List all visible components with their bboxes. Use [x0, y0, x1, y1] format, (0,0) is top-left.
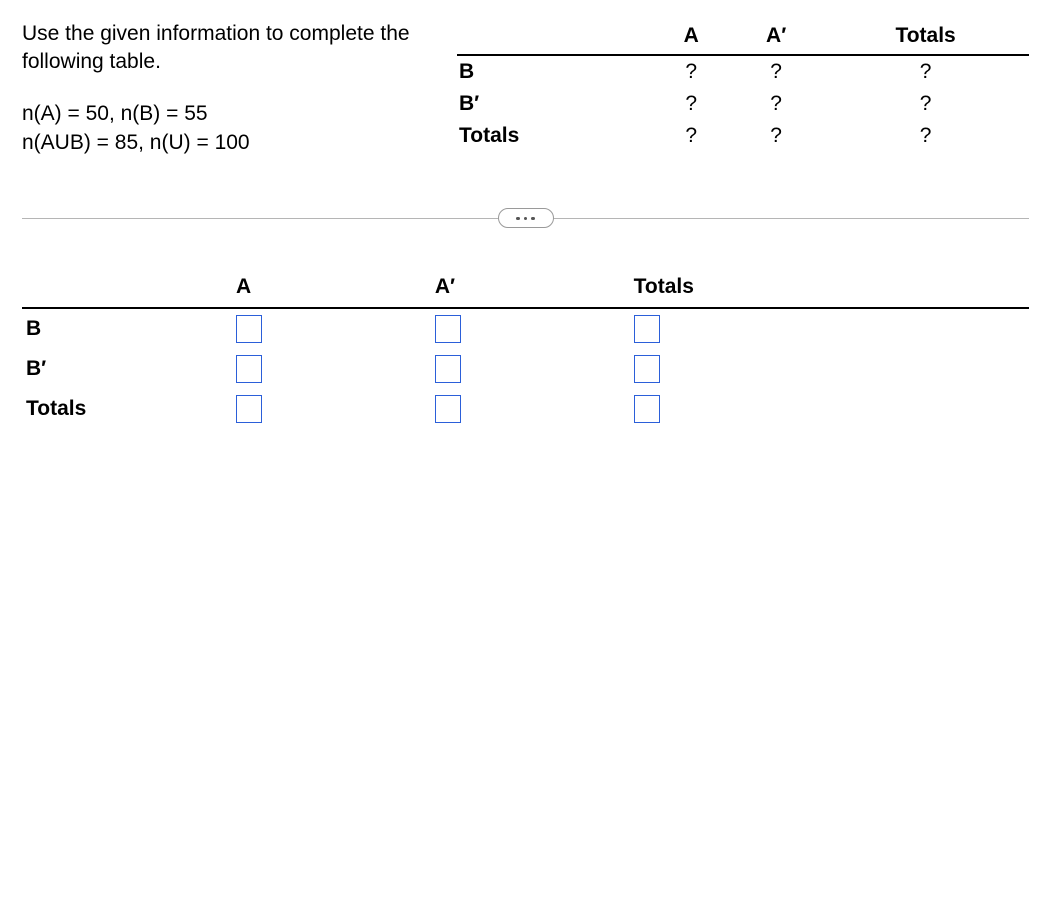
reference-table: A A′ Totals B ? ? ? B′ ? ? ? [457, 20, 1029, 152]
reference-row-label: B [457, 55, 652, 88]
reference-cell: ? [730, 55, 822, 88]
answer-input-bprime-totals[interactable] [634, 355, 660, 383]
answer-input-b-totals[interactable] [634, 315, 660, 343]
answer-table: A A′ Totals B B′ Totals [22, 269, 1029, 429]
reference-table-row-bprime: B′ ? ? ? [457, 88, 1029, 120]
prompt-column: Use the given information to complete th… [22, 20, 417, 157]
reference-cell: ? [652, 55, 730, 88]
given-line-2: n(AUB) = 85, n(U) = 100 [22, 128, 417, 157]
reference-table-row-b: B ? ? ? [457, 55, 1029, 88]
answer-table-row-b: B [22, 308, 1029, 349]
expand-toggle-button[interactable] [498, 208, 554, 228]
given-line-1: n(A) = 50, n(B) = 55 [22, 99, 417, 128]
prompt-instruction: Use the given information to complete th… [22, 20, 417, 77]
reference-cell: ? [652, 88, 730, 120]
reference-cell: ? [730, 88, 822, 120]
reference-table-header-aprime: A′ [730, 20, 822, 55]
ellipsis-icon [524, 217, 528, 221]
answer-table-header-a: A [232, 269, 431, 308]
answer-row-label: Totals [22, 389, 232, 429]
question-top-region: Use the given information to complete th… [22, 20, 1029, 157]
answer-table-header-row: A A′ Totals [22, 269, 1029, 308]
answer-input-b-a[interactable] [236, 315, 262, 343]
reference-table-header-row: A A′ Totals [457, 20, 1029, 55]
answer-input-totals-a[interactable] [236, 395, 262, 423]
answer-row-label: B′ [22, 349, 232, 389]
answer-input-bprime-aprime[interactable] [435, 355, 461, 383]
reference-cell: ? [822, 55, 1029, 88]
answer-table-header-totals: Totals [630, 269, 1029, 308]
answer-input-totals-aprime[interactable] [435, 395, 461, 423]
reference-cell: ? [822, 120, 1029, 152]
answer-input-b-aprime[interactable] [435, 315, 461, 343]
reference-row-label: B′ [457, 88, 652, 120]
answer-table-row-totals: Totals [22, 389, 1029, 429]
reference-table-header-a: A [652, 20, 730, 55]
section-divider [22, 207, 1029, 229]
reference-table-header-blank [457, 20, 652, 55]
reference-cell: ? [730, 120, 822, 152]
reference-table-header-totals: Totals [822, 20, 1029, 55]
ellipsis-icon [531, 217, 535, 221]
answer-table-row-bprime: B′ [22, 349, 1029, 389]
answer-table-header-blank [22, 269, 232, 308]
answer-input-totals-totals[interactable] [634, 395, 660, 423]
reference-cell: ? [652, 120, 730, 152]
reference-cell: ? [822, 88, 1029, 120]
answer-table-header-aprime: A′ [431, 269, 630, 308]
answer-input-bprime-a[interactable] [236, 355, 262, 383]
ellipsis-icon [516, 217, 520, 221]
answer-row-label: B [22, 308, 232, 349]
reference-row-label: Totals [457, 120, 652, 152]
given-values: n(A) = 50, n(B) = 55 n(AUB) = 85, n(U) =… [22, 99, 417, 158]
reference-table-row-totals: Totals ? ? ? [457, 120, 1029, 152]
